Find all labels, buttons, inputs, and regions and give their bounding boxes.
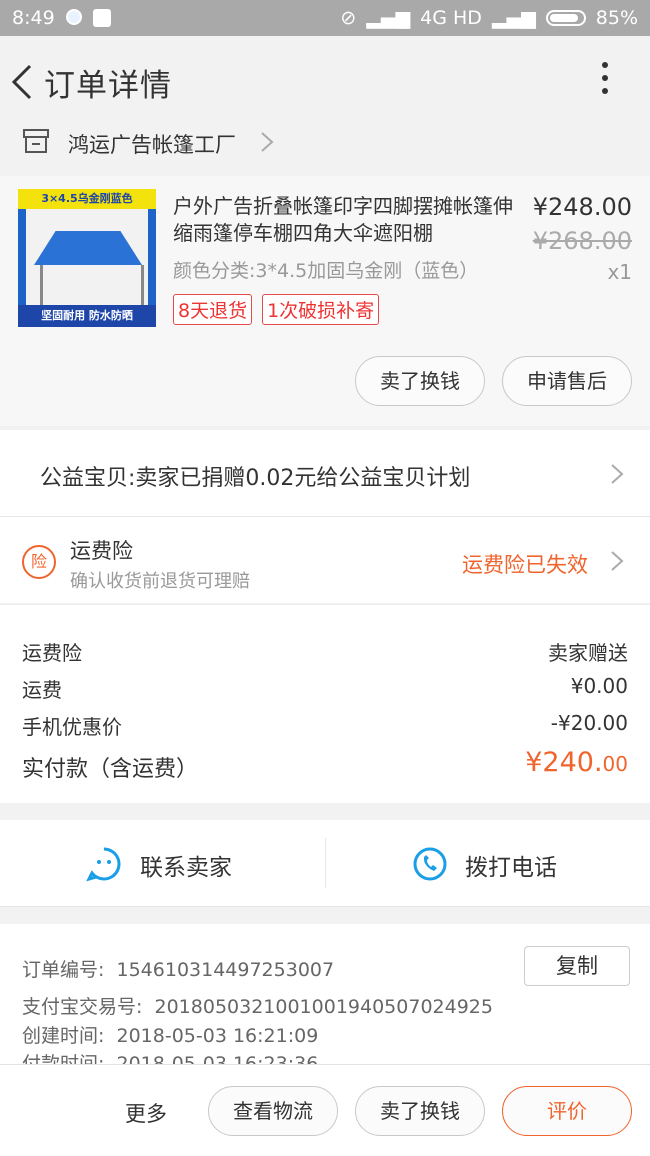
paid-row: 付款时间: 2018-05-03 16:23:36	[22, 1049, 318, 1064]
more-button[interactable]: 更多	[125, 1098, 167, 1128]
fee-breakdown: 运费险 卖家赠送 运费 ¥0.00 手机优惠价 -¥20.00 实付款（含运费）…	[0, 604, 650, 803]
service-tags: 8天退货 1次破损补寄	[173, 294, 380, 325]
app-header: 订单详情	[0, 36, 650, 124]
shop-name: 鸿运广告帐篷工厂	[68, 133, 236, 157]
view-logistics-button[interactable]: 查看物流	[208, 1086, 338, 1136]
created-time: 2018-05-03 16:21:09	[116, 1025, 319, 1047]
chevron-right-icon	[611, 464, 624, 484]
phone-icon	[413, 847, 447, 881]
fee-label-insurance: 运费险	[22, 641, 82, 665]
order-number-label: 订单编号:	[22, 959, 105, 981]
mute-icon: ⊘	[340, 7, 357, 29]
sell-button[interactable]: 卖了换钱	[355, 356, 485, 406]
insurance-row[interactable]: 险 运费险 确认收货前退货可理赔 运费险已失效	[0, 517, 650, 603]
product-variant: 颜色分类:3*4.5加固乌金刚（蓝色）	[173, 260, 479, 282]
charity-row[interactable]: 公益宝贝:卖家已捐赠0.02元给公益宝贝计划	[0, 430, 650, 517]
fee-label-shipping: 运费	[22, 678, 62, 702]
product-card[interactable]: 3×4.5乌金刚蓝色 坚固耐用 防水防晒 户外广告折叠帐篷印字四脚摆摊帐篷伸缩雨…	[0, 176, 650, 426]
contact-row: 联系卖家 拨打电话	[0, 820, 650, 907]
alipay-row: 支付宝交易号: 2018050321001001940507024925	[22, 992, 493, 1019]
fee-value-insurance: 卖家赠送	[548, 641, 628, 665]
total-amount: ¥240.00	[525, 747, 628, 778]
return-tag: 8天退货	[173, 294, 253, 325]
battery-level: 85%	[595, 7, 638, 29]
more-menu-icon[interactable]	[598, 62, 612, 102]
charity-text: 公益宝贝:卖家已捐赠0.02元给公益宝贝计划	[40, 466, 471, 491]
product-quantity: x1	[607, 260, 632, 284]
page-title: 订单详情	[44, 68, 172, 104]
image-banner-bottom: 坚固耐用 防水防晒	[18, 305, 156, 327]
chevron-right-icon	[611, 551, 624, 571]
bottom-action-bar: 更多 查看物流 卖了换钱 评价	[0, 1064, 650, 1156]
status-time: 8:49	[12, 7, 55, 29]
status-right: ⊘ ▂▄▆ 4G HD ▂▄▆ 85%	[340, 7, 638, 29]
contact-seller-button[interactable]: 联系卖家	[140, 848, 232, 882]
message-icon	[93, 9, 111, 27]
paid-time: 2018-05-03 16:23:36	[116, 1053, 319, 1064]
alipay-number: 2018050321001001940507024925	[154, 996, 493, 1018]
order-info: 订单编号: 154610314497253007 复制 支付宝交易号: 2018…	[0, 924, 650, 1064]
insurance-subtitle: 确认收货前退货可理赔	[70, 571, 250, 592]
status-bar: 8:49 ⊘ ▂▄▆ 4G HD ▂▄▆ 85%	[0, 0, 650, 36]
after-sales-button[interactable]: 申请售后	[502, 356, 632, 406]
insurance-name: 运费险	[70, 539, 133, 563]
copy-button[interactable]: 复制	[524, 946, 630, 986]
paid-label: 付款时间:	[22, 1053, 105, 1064]
total-label: 实付款（含运费）	[22, 757, 199, 782]
product-image[interactable]: 3×4.5乌金刚蓝色 坚固耐用 防水防晒	[18, 189, 156, 327]
image-banner-top: 3×4.5乌金刚蓝色	[18, 189, 156, 209]
store-icon	[23, 129, 49, 153]
alipay-label: 支付宝交易号:	[22, 996, 143, 1018]
order-number: 154610314497253007	[116, 959, 335, 981]
signal-icon: ▂▄▆	[366, 7, 411, 29]
battery-icon	[545, 10, 586, 26]
order-number-row: 订单编号: 154610314497253007	[22, 955, 334, 982]
chevron-right-icon	[261, 132, 274, 152]
network-type: 4G HD	[420, 7, 482, 29]
fee-value-shipping: ¥0.00	[570, 674, 628, 698]
fee-label-discount: 手机优惠价	[22, 715, 122, 739]
created-row: 创建时间: 2018-05-03 16:21:09	[22, 1021, 318, 1048]
created-label: 创建时间:	[22, 1025, 105, 1047]
back-arrow-icon[interactable]	[10, 64, 34, 100]
sell-button-bottom[interactable]: 卖了换钱	[355, 1086, 485, 1136]
insurance-status: 运费险已失效	[462, 553, 588, 577]
signal-icon-2: ▂▄▆	[491, 7, 536, 29]
insurance-icon: 险	[22, 545, 56, 579]
product-price: ¥248.00	[532, 193, 632, 221]
shop-row[interactable]: 鸿运广告帐篷工厂	[0, 124, 650, 174]
review-button[interactable]: 评价	[502, 1086, 632, 1136]
product-title[interactable]: 户外广告折叠帐篷印字四脚摆摊帐篷伸缩雨篷停车棚四角大伞遮阳棚	[173, 193, 513, 247]
fee-value-discount: -¥20.00	[550, 711, 628, 735]
call-phone-button[interactable]: 拨打电话	[465, 848, 557, 882]
damage-tag: 1次破损补寄	[262, 294, 380, 325]
chat-icon	[86, 847, 121, 882]
notification-icon	[66, 9, 82, 25]
original-price: ¥268.00	[532, 227, 632, 255]
